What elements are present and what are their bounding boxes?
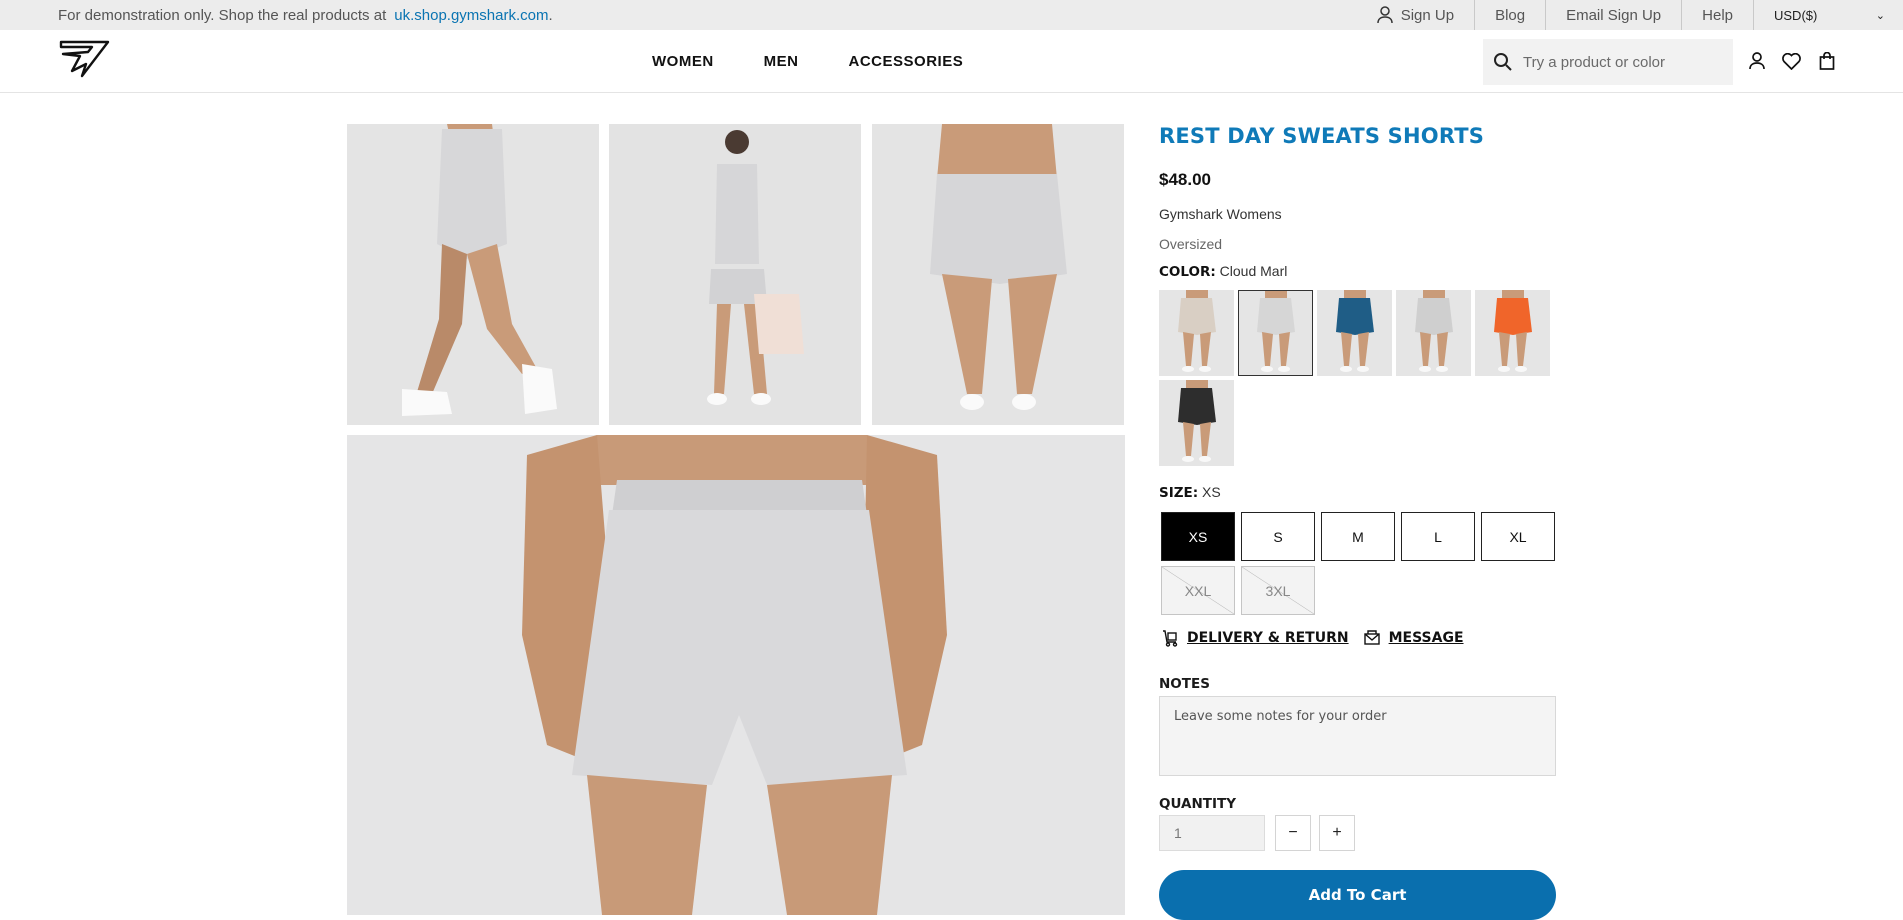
- message-link[interactable]: MESSAGE: [1389, 630, 1464, 646]
- size-option-xs[interactable]: XS: [1161, 512, 1235, 561]
- nav-accessories[interactable]: ACCESSORIES: [849, 53, 964, 70]
- quantity-input[interactable]: [1159, 815, 1265, 851]
- color-label: COLOR:: [1159, 264, 1216, 280]
- delivery-truck-icon: [1161, 629, 1179, 647]
- product-title: REST DAY SWEATS SHORTS: [1159, 124, 1485, 148]
- color-label-row: COLOR: Cloud Marl: [1159, 263, 1287, 280]
- size-option-m[interactable]: M: [1321, 512, 1395, 561]
- product-main-image[interactable]: [347, 435, 1125, 915]
- logo-icon: [59, 40, 110, 78]
- notes-label: NOTES: [1159, 676, 1210, 692]
- utility-links: Sign Up Blog Email Sign Up Help USD($) ⌄: [1357, 0, 1903, 30]
- info-links: DELIVERY & RETURN MESSAGE: [1161, 629, 1464, 647]
- add-to-cart-button[interactable]: Add To Cart: [1159, 870, 1556, 920]
- site-header: WOMEN MEN ACCESSORIES: [0, 30, 1903, 93]
- chevron-down-icon: ⌄: [1875, 9, 1885, 22]
- sign-up-label: Sign Up: [1400, 6, 1455, 24]
- account-icon[interactable]: [1746, 49, 1767, 73]
- search-icon[interactable]: [1493, 52, 1513, 72]
- email-sign-up-label: Email Sign Up: [1566, 6, 1662, 24]
- size-label-row: SIZE: XS: [1159, 484, 1221, 501]
- shopping-bag-icon[interactable]: [1816, 49, 1837, 73]
- product-brand: Gymshark Womens: [1159, 206, 1282, 222]
- user-icon: [1376, 6, 1393, 24]
- color-value: Cloud Marl: [1219, 263, 1288, 279]
- help-link[interactable]: Help: [1681, 0, 1753, 30]
- announcement-bar: For demonstration only. Shop the real pr…: [0, 0, 1903, 30]
- message-icon: [1363, 629, 1381, 647]
- product-info: REST DAY SWEATS SHORTS $48.00 Gymshark W…: [1159, 124, 1559, 920]
- color-swatch[interactable]: [1475, 290, 1550, 376]
- promo-text: For demonstration only. Shop the real pr…: [58, 6, 387, 24]
- blog-link[interactable]: Blog: [1474, 0, 1545, 30]
- size-option-xl[interactable]: XL: [1481, 512, 1555, 561]
- size-option-l[interactable]: L: [1401, 512, 1475, 561]
- product-image-side[interactable]: [347, 124, 599, 425]
- quantity-increase-button[interactable]: +: [1319, 815, 1355, 851]
- product-image-back[interactable]: [872, 124, 1124, 425]
- promo-message: For demonstration only. Shop the real pr…: [58, 6, 553, 24]
- size-value: XS: [1202, 484, 1221, 500]
- sign-up-link[interactable]: Sign Up: [1357, 0, 1474, 30]
- main-nav: WOMEN MEN ACCESSORIES: [652, 30, 963, 93]
- notes-textarea[interactable]: [1159, 696, 1556, 776]
- wishlist-heart-icon[interactable]: [1781, 49, 1802, 73]
- nav-men[interactable]: MEN: [764, 53, 799, 70]
- color-swatch[interactable]: [1317, 290, 1392, 376]
- size-option-s[interactable]: S: [1241, 512, 1315, 561]
- header-actions: [1746, 49, 1837, 73]
- delivery-return-link[interactable]: DELIVERY & RETURN: [1187, 630, 1349, 646]
- gymshark-logo[interactable]: [58, 38, 110, 78]
- nav-women[interactable]: WOMEN: [652, 53, 714, 70]
- blog-label: Blog: [1495, 6, 1526, 24]
- email-sign-up-link[interactable]: Email Sign Up: [1545, 0, 1681, 30]
- product-image-full-body[interactable]: [609, 124, 861, 425]
- color-swatch[interactable]: [1159, 380, 1234, 466]
- currency-value: USD($): [1774, 7, 1818, 23]
- color-swatch[interactable]: [1159, 290, 1234, 376]
- help-label: Help: [1702, 6, 1733, 24]
- quantity-decrease-button[interactable]: −: [1275, 815, 1311, 851]
- quantity-label: QUANTITY: [1159, 796, 1236, 812]
- search-input[interactable]: [1523, 53, 1723, 71]
- product-price: $48.00: [1159, 170, 1211, 189]
- promo-link[interactable]: uk.shop.gymshark.com: [394, 7, 548, 24]
- currency-selector[interactable]: USD($) ⌄: [1753, 0, 1903, 30]
- size-option-xxl[interactable]: XXL: [1161, 566, 1235, 615]
- size-label: SIZE:: [1159, 485, 1199, 501]
- product-fit: Oversized: [1159, 236, 1223, 252]
- size-option-3xl[interactable]: 3XL: [1241, 566, 1315, 615]
- color-swatch[interactable]: [1396, 290, 1471, 376]
- color-swatch[interactable]: [1238, 290, 1313, 376]
- search-box: [1483, 39, 1733, 85]
